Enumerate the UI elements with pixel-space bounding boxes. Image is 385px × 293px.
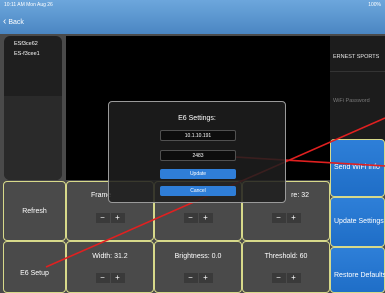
decrement-button[interactable]: − — [271, 213, 286, 223]
dialog-title: E6 Settings: — [178, 115, 216, 122]
brightness-stepper: − + — [155, 273, 241, 283]
threshold-label: Threshold: 60 — [264, 253, 308, 260]
e6-setup-button[interactable]: E6 Setup — [3, 241, 66, 293]
decrement-button[interactable]: − — [95, 273, 110, 283]
threshold-stepper: − + — [243, 273, 329, 283]
framerate-stepper: − + — [67, 213, 153, 223]
device-list-empty-area — [4, 96, 62, 180]
update-button[interactable]: Update — [160, 169, 236, 179]
increment-button[interactable]: + — [110, 273, 125, 283]
brightness-label: Brightness: 0.0 — [174, 253, 222, 260]
brightness-control: Brightness: 0.0 − + — [154, 241, 242, 293]
increment-button[interactable]: + — [198, 213, 213, 223]
wifi-ssid-field[interactable]: ERNEST SPORTS — [330, 54, 385, 60]
device-item[interactable]: ESf3ce62 — [4, 39, 62, 49]
device-item[interactable]: ES-f3cee1 — [4, 49, 62, 59]
increment-button[interactable]: + — [286, 273, 301, 283]
update-settings-label: Update Settings — [334, 218, 384, 225]
width-stepper: − + — [67, 273, 153, 283]
decrement-button[interactable]: − — [95, 213, 110, 223]
width-control: Width: 31.2 − + — [66, 241, 154, 293]
divider — [330, 71, 385, 72]
refresh-button[interactable]: Refresh — [3, 181, 66, 241]
ip-address-field[interactable]: 10.1.10.191 — [160, 130, 236, 141]
back-button[interactable]: ‹ Back — [3, 16, 24, 27]
increment-button[interactable]: + — [286, 213, 301, 223]
back-label: Back — [8, 18, 24, 26]
width-label: Width: 31.2 — [92, 253, 128, 260]
decrement-button[interactable]: − — [271, 273, 286, 283]
gain-stepper: − + — [155, 213, 241, 223]
increment-button[interactable]: + — [198, 273, 213, 283]
decrement-button[interactable]: − — [183, 213, 198, 223]
navigation-bar: ‹ Back — [0, 14, 385, 34]
send-wifi-label: Send WiFi Info — [334, 164, 380, 171]
battery-indicator: 100% — [368, 2, 381, 8]
port-field[interactable]: 2483 — [160, 150, 236, 161]
e6-setup-label: E6 Setup — [20, 270, 49, 277]
restore-defaults-button[interactable]: Restore Defaults — [330, 247, 385, 293]
refresh-label: Refresh — [22, 208, 47, 215]
decrement-button[interactable]: − — [183, 273, 198, 283]
cancel-button[interactable]: Cancel — [160, 186, 236, 196]
status-bar: 10:11 AM Mon Aug 26 100% — [0, 0, 385, 14]
restore-defaults-label: Restore Defaults — [334, 272, 385, 279]
chevron-left-icon: ‹ — [3, 16, 7, 27]
update-settings-button[interactable]: Update Settings — [330, 197, 385, 247]
send-wifi-info-button[interactable]: Send WiFi Info — [330, 139, 385, 197]
exposure-stepper: − + — [243, 213, 329, 223]
threshold-control: Threshold: 60 − + — [242, 241, 330, 293]
status-time: 10:11 AM Mon Aug 26 — [4, 2, 53, 8]
e6-settings-dialog: E6 Settings: 10.1.10.191 2483 Update Can… — [108, 101, 286, 203]
wifi-password-field[interactable]: WiFi Password — [330, 98, 385, 104]
increment-button[interactable]: + — [110, 213, 125, 223]
